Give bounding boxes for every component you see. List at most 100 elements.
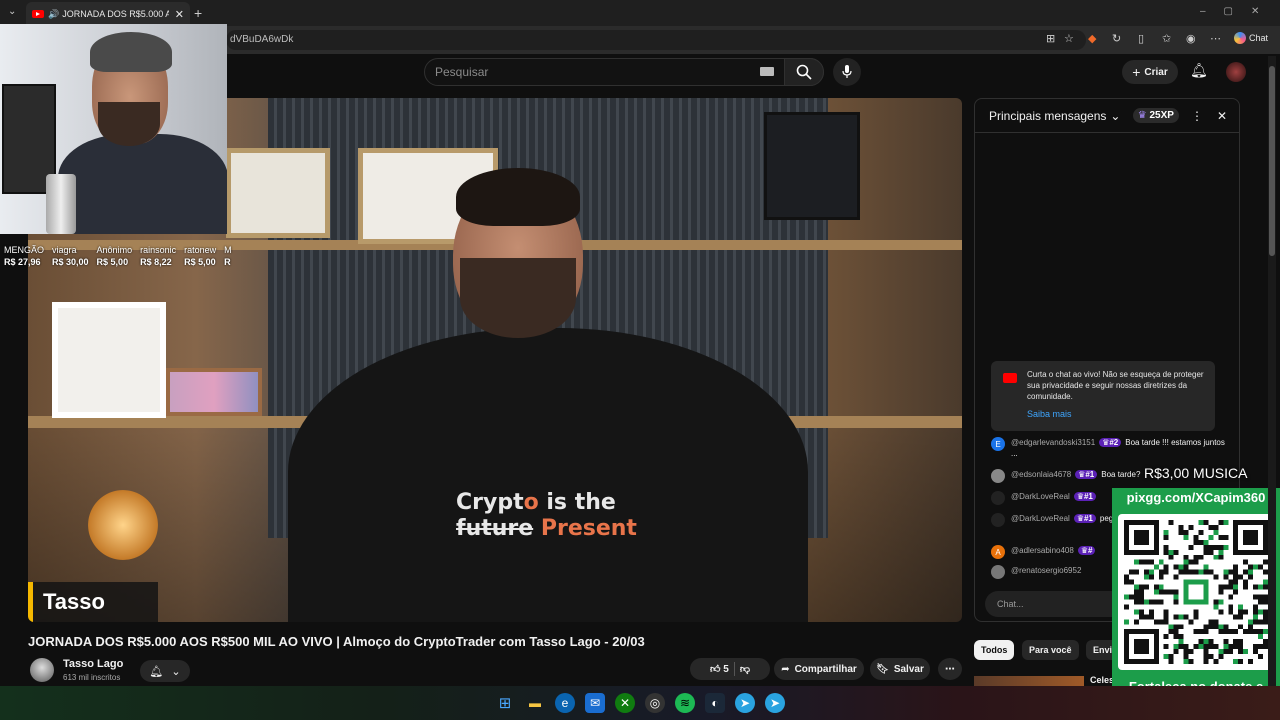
obs-icon[interactable]: ◎ xyxy=(645,693,665,713)
learn-more-link[interactable]: Saiba mais xyxy=(1027,409,1072,419)
chat-text: Boa tarde? xyxy=(1101,470,1141,479)
chat-user-avatar[interactable]: A xyxy=(991,545,1005,559)
qr-module xyxy=(1228,609,1234,615)
qr-module xyxy=(1228,594,1234,600)
qr-module xyxy=(1218,534,1224,540)
share-label: Compartilhar xyxy=(794,663,857,675)
scrollbar-thumb[interactable] xyxy=(1269,66,1275,256)
new-tab-icon[interactable]: + xyxy=(194,5,202,21)
chat-username[interactable]: @renatosergio6952 xyxy=(1011,566,1081,575)
channel-avatar[interactable] xyxy=(30,658,54,682)
qr-module xyxy=(1258,609,1264,615)
dislike-button[interactable]: 👎︎ xyxy=(740,663,750,675)
refresh-icon[interactable]: ↻ xyxy=(1112,32,1121,45)
favorites-icon[interactable]: ✩ xyxy=(1162,32,1171,45)
chat-user-avatar[interactable] xyxy=(991,469,1005,483)
qr-module xyxy=(1213,619,1219,625)
tab-list-chevron-icon[interactable]: ⌄ xyxy=(8,6,16,17)
create-button[interactable]: + Criar xyxy=(1122,60,1178,84)
window-controls[interactable]: –▢✕ xyxy=(1200,6,1277,17)
telegram-icon[interactable]: ➤ xyxy=(735,693,755,713)
mail-icon[interactable]: ✉ xyxy=(585,693,605,713)
qr-module xyxy=(1223,520,1229,525)
more-actions-button[interactable]: ⋯ xyxy=(938,658,962,680)
steam-icon[interactable]: ◐ xyxy=(705,693,725,713)
qr-code xyxy=(1118,514,1274,670)
page-scrollbar[interactable] xyxy=(1268,56,1276,686)
qr-module xyxy=(1258,634,1264,640)
qr-module xyxy=(1203,659,1209,664)
url-field[interactable]: dVBuDA6wDk xyxy=(226,30,1086,50)
qr-module xyxy=(1218,629,1224,635)
streamer-beard xyxy=(98,102,160,146)
qr-module xyxy=(1173,614,1179,620)
chat-username[interactable]: @adlersabino408 xyxy=(1011,546,1074,555)
qr-module xyxy=(1223,569,1229,575)
qr-module xyxy=(1198,629,1204,635)
qr-module xyxy=(1173,574,1179,580)
edge-browser-icon[interactable]: e xyxy=(555,693,575,713)
donor-name: ratonew xyxy=(184,245,217,255)
donor-entry: rainsonic R$ 8,22 xyxy=(140,244,176,268)
chat-username[interactable]: @DarkLoveReal xyxy=(1011,492,1070,501)
more-menu-icon[interactable]: ⋯ xyxy=(1210,32,1221,45)
xbox-icon[interactable]: ✕ xyxy=(615,693,635,713)
chat-more-icon[interactable]: ⋮ xyxy=(1191,109,1203,123)
keyboard-icon[interactable] xyxy=(760,67,774,76)
copilot-chat-button[interactable]: Chat xyxy=(1234,32,1268,44)
search-button[interactable] xyxy=(784,58,824,86)
qr-module xyxy=(1223,574,1229,580)
speaker-icon[interactable]: 🔊 xyxy=(48,9,59,20)
qr-module xyxy=(1223,649,1229,655)
chat-user-avatar[interactable]: E xyxy=(991,437,1005,451)
chat-user-avatar[interactable] xyxy=(991,565,1005,579)
notifications-bell-icon[interactable]: 🔔︎ xyxy=(1190,62,1208,79)
save-button[interactable]: 🔖︎ Salvar xyxy=(870,658,930,680)
qr-module xyxy=(1188,524,1194,530)
chat-username[interactable]: @edsonlaia4678 xyxy=(1011,470,1071,479)
account-avatar[interactable] xyxy=(1226,62,1246,82)
qr-module xyxy=(1188,659,1194,664)
membership-badge: ♛# xyxy=(1077,546,1096,555)
close-tab-icon[interactable]: ✕ xyxy=(175,8,184,21)
share-button[interactable]: ➦ Compartilhar xyxy=(774,658,864,680)
chip-todos[interactable]: Todos xyxy=(974,640,1015,660)
qr-module xyxy=(1258,619,1264,625)
qr-module xyxy=(1213,644,1219,650)
chat-username[interactable]: @DarkLoveReal xyxy=(1011,514,1070,523)
telegram-icon[interactable]: ➤ xyxy=(765,693,785,713)
like-button[interactable]: 👍︎ 5 xyxy=(710,663,729,675)
browser-tab[interactable]: 🔊 JORNADA DOS R$5.000 AOS R$500 MIL AO V… xyxy=(26,2,190,26)
xp-badge[interactable]: ♛ 25XP xyxy=(1132,108,1179,123)
chat-welcome-notice: Curta o chat ao vivo! Não se esqueça de … xyxy=(991,361,1215,431)
qr-module xyxy=(1218,624,1224,630)
file-explorer-icon[interactable]: ▬ xyxy=(525,693,545,713)
chat-user-avatar[interactable] xyxy=(991,491,1005,505)
chip-para-voce[interactable]: Para você xyxy=(1022,640,1079,660)
qr-module xyxy=(1128,594,1134,600)
create-button-label: Criar xyxy=(1144,66,1168,78)
notice-text: Curta o chat ao vivo! Não se esqueça de … xyxy=(1027,370,1204,401)
notifications-toggle[interactable]: 🔔︎ ⌄ xyxy=(140,660,190,682)
apps-icon[interactable]: ⊞ xyxy=(1046,32,1055,45)
qr-module xyxy=(1228,629,1234,635)
extension-icon[interactable]: ◆ xyxy=(1088,32,1096,45)
related-video-title[interactable]: Celes xyxy=(1090,675,1114,685)
thumbs-up-icon: 👍︎ xyxy=(710,664,721,675)
chat-user-avatar[interactable] xyxy=(991,513,1005,527)
close-chat-icon[interactable]: ✕ xyxy=(1217,109,1227,123)
qr-module xyxy=(1243,579,1249,585)
qr-module xyxy=(1173,644,1179,650)
qr-module xyxy=(1173,634,1179,640)
chat-mode-dropdown[interactable]: Principais mensagens ⌄ xyxy=(989,109,1133,123)
split-screen-icon[interactable]: ▯ xyxy=(1138,32,1144,45)
windows-start-icon[interactable]: ⊞ xyxy=(495,693,515,713)
spotify-icon[interactable]: ≋ xyxy=(675,693,695,713)
channel-name[interactable]: Tasso Lago xyxy=(63,658,123,670)
chat-username[interactable]: @edgarlevandoski3151 xyxy=(1011,438,1095,447)
related-video-thumbnail[interactable] xyxy=(974,676,1084,686)
voice-search-button[interactable] xyxy=(833,58,861,86)
badge-rank: #2 xyxy=(1109,438,1119,447)
favorite-star-icon[interactable]: ☆ xyxy=(1064,32,1074,45)
profile-icon[interactable]: ◉ xyxy=(1186,32,1196,45)
